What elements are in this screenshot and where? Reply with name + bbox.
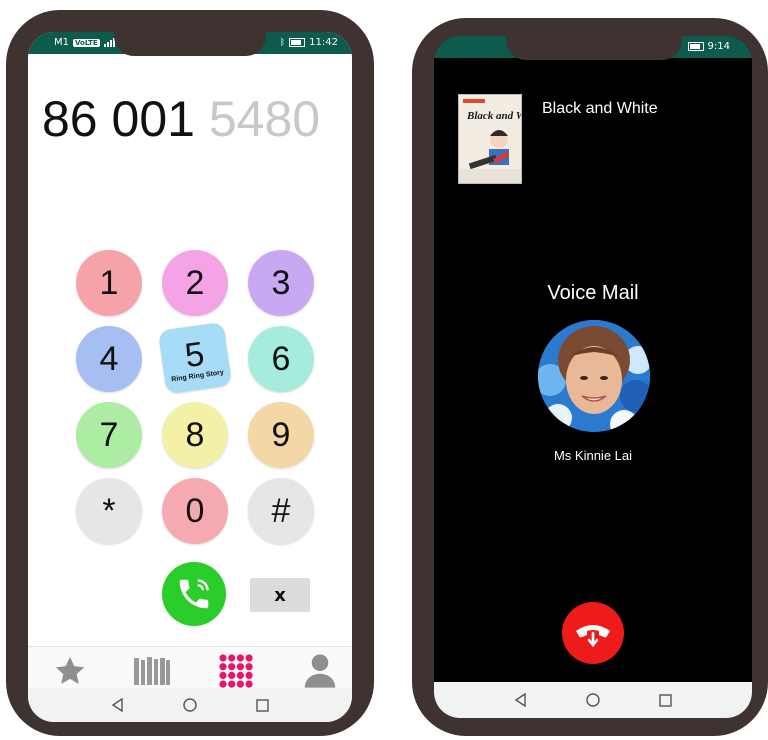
book-cover-text: Black and White xyxy=(466,110,521,122)
home-icon[interactable] xyxy=(585,692,601,708)
number-entered: 86 001 xyxy=(42,91,209,147)
bookshelf-icon xyxy=(134,657,170,685)
book-cover-illustration: Black and White xyxy=(459,95,543,183)
recents-icon[interactable] xyxy=(254,697,270,713)
book-title: Black and White xyxy=(542,100,658,117)
caller-name: Ms Kinnie Lai xyxy=(553,448,633,463)
camera-notch xyxy=(506,36,682,60)
delete-button[interactable]: x xyxy=(250,578,310,612)
key-0[interactable]: 0 xyxy=(162,478,228,544)
key-8[interactable]: 8 xyxy=(162,402,228,468)
dialer-screen: M1 VoLTE ᛒ 11:42 86 001 5480 1 2 3 4 5 Ri… xyxy=(28,32,352,722)
status-time: 9:14 xyxy=(707,41,730,52)
camera-notch xyxy=(114,32,266,56)
key-2[interactable]: 2 xyxy=(162,250,228,316)
phone-frame-dialer: M1 VoLTE ᛒ 11:42 86 001 5480 1 2 3 4 5 Ri… xyxy=(6,10,374,736)
caller-photo xyxy=(538,320,650,432)
signal-icon xyxy=(103,38,115,47)
back-icon[interactable] xyxy=(513,692,529,708)
keypad-icon xyxy=(219,654,253,688)
phone-icon xyxy=(179,579,209,609)
key-4[interactable]: 4 xyxy=(76,326,142,392)
key-5-ring-ring-story[interactable]: 5 Ring Ring Story xyxy=(157,321,233,395)
star-icon xyxy=(55,656,85,685)
key-7[interactable]: 7 xyxy=(76,402,142,468)
key-hash[interactable]: # xyxy=(248,478,314,544)
person-icon xyxy=(304,654,336,688)
network-badge: VoLTE xyxy=(73,38,100,47)
key-6[interactable]: 6 xyxy=(248,326,314,392)
call-button[interactable] xyxy=(162,562,226,626)
tab-keypad[interactable] xyxy=(216,653,256,689)
caller-avatar xyxy=(538,320,650,432)
carrier-label: M1 xyxy=(54,37,69,48)
status-time: 11:42 xyxy=(309,37,338,48)
number-display: 86 001 5480 xyxy=(42,90,352,148)
tab-library[interactable] xyxy=(132,653,172,689)
tab-contacts[interactable] xyxy=(300,653,340,689)
key-3[interactable]: 3 xyxy=(248,250,314,316)
recents-icon[interactable] xyxy=(657,692,673,708)
bluetooth-icon: ᛒ xyxy=(279,37,286,48)
book-cover-image: Black and White xyxy=(458,94,543,184)
call-type-label: Voice Mail xyxy=(547,282,639,304)
key-1[interactable]: 1 xyxy=(76,250,142,316)
home-icon[interactable] xyxy=(182,697,198,713)
back-icon[interactable] xyxy=(110,697,126,713)
battery-icon xyxy=(687,42,704,51)
system-nav-bar xyxy=(28,688,352,722)
number-hint: 5480 xyxy=(208,91,321,147)
bottom-tab-bar xyxy=(28,646,352,693)
hang-up-button[interactable] xyxy=(562,602,624,664)
system-nav-bar xyxy=(434,682,752,718)
battery-icon xyxy=(289,38,306,47)
call-screen: 9:14 Black and White Black and White Voi… xyxy=(434,36,752,718)
tab-favorites[interactable] xyxy=(50,653,90,689)
key-star[interactable]: * xyxy=(76,478,142,544)
hang-up-icon xyxy=(576,625,610,648)
phone-frame-call: 9:14 Black and White Black and White Voi… xyxy=(412,18,768,736)
key-9[interactable]: 9 xyxy=(248,402,314,468)
